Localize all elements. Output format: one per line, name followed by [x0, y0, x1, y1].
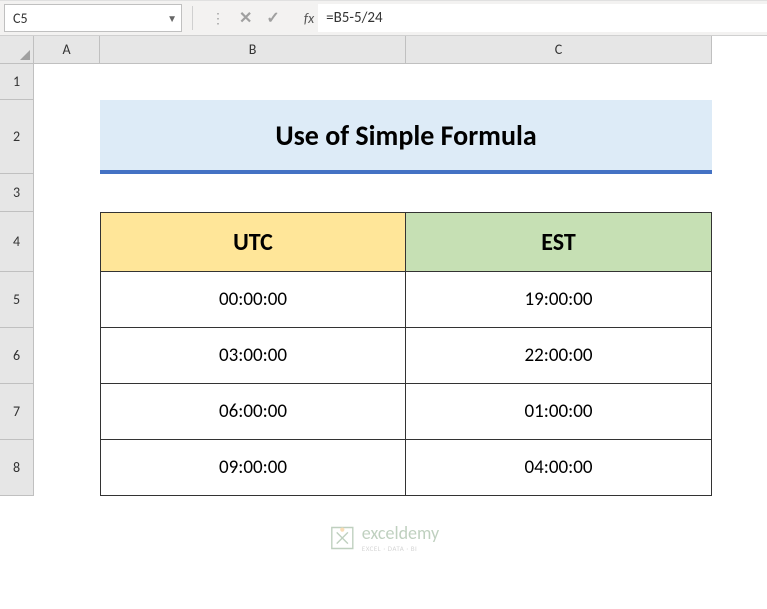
row-header-6[interactable]: 6 [0, 328, 34, 384]
fx-label[interactable]: fx [304, 10, 314, 27]
watermark: exceldemy EXCEL · DATA · BI [328, 522, 439, 553]
select-all-corner[interactable] [0, 36, 34, 64]
row-header-1[interactable]: 1 [0, 64, 34, 100]
row-header-4[interactable]: 4 [0, 212, 34, 272]
table-header-est[interactable]: EST [406, 212, 712, 272]
cell-b8[interactable]: 09:00:00 [100, 440, 406, 496]
cell-b7[interactable]: 06:00:00 [100, 384, 406, 440]
row-headers: 1 2 3 4 5 6 7 8 [0, 64, 34, 496]
row-header-2[interactable]: 2 [0, 100, 34, 174]
cancel-icon[interactable]: ✕ [239, 8, 252, 28]
row-header-8[interactable]: 8 [0, 440, 34, 496]
formula-input[interactable] [318, 4, 767, 32]
watermark-brand: exceldemy [362, 522, 439, 544]
divider [192, 6, 193, 30]
formula-bar: C5 ▼ ⋮ ✕ ✓ fx [0, 0, 767, 36]
cell-b5[interactable]: 00:00:00 [100, 272, 406, 328]
row-header-7[interactable]: 7 [0, 384, 34, 440]
name-box[interactable]: C5 ▼ [4, 4, 182, 32]
cell-c6[interactable]: 22:00:00 [406, 328, 712, 384]
column-headers: A B C [34, 36, 767, 64]
watermark-subtitle: EXCEL · DATA · BI [362, 544, 439, 553]
cell-c7[interactable]: 01:00:00 [406, 384, 712, 440]
name-box-dropdown-icon[interactable]: ▼ [167, 12, 177, 25]
confirm-icon[interactable]: ✓ [266, 8, 279, 28]
row-header-3[interactable]: 3 [0, 174, 34, 212]
watermark-text: exceldemy EXCEL · DATA · BI [362, 522, 439, 553]
cell-c5[interactable]: 19:00:00 [406, 272, 712, 328]
cell-reference: C5 [13, 10, 28, 27]
col-header-c[interactable]: C [406, 36, 712, 64]
title-cell[interactable]: Use of Simple Formula [100, 100, 712, 174]
col-header-b[interactable]: B [100, 36, 406, 64]
separator-icon: ⋮ [211, 10, 225, 27]
formula-bar-buttons: ⋮ ✕ ✓ [199, 8, 292, 28]
cell-c8[interactable]: 04:00:00 [406, 440, 712, 496]
col-header-a[interactable]: A [34, 36, 100, 64]
cell-b6[interactable]: 03:00:00 [100, 328, 406, 384]
row-header-5[interactable]: 5 [0, 272, 34, 328]
watermark-logo-icon [328, 524, 356, 552]
table-header-utc[interactable]: UTC [100, 212, 406, 272]
